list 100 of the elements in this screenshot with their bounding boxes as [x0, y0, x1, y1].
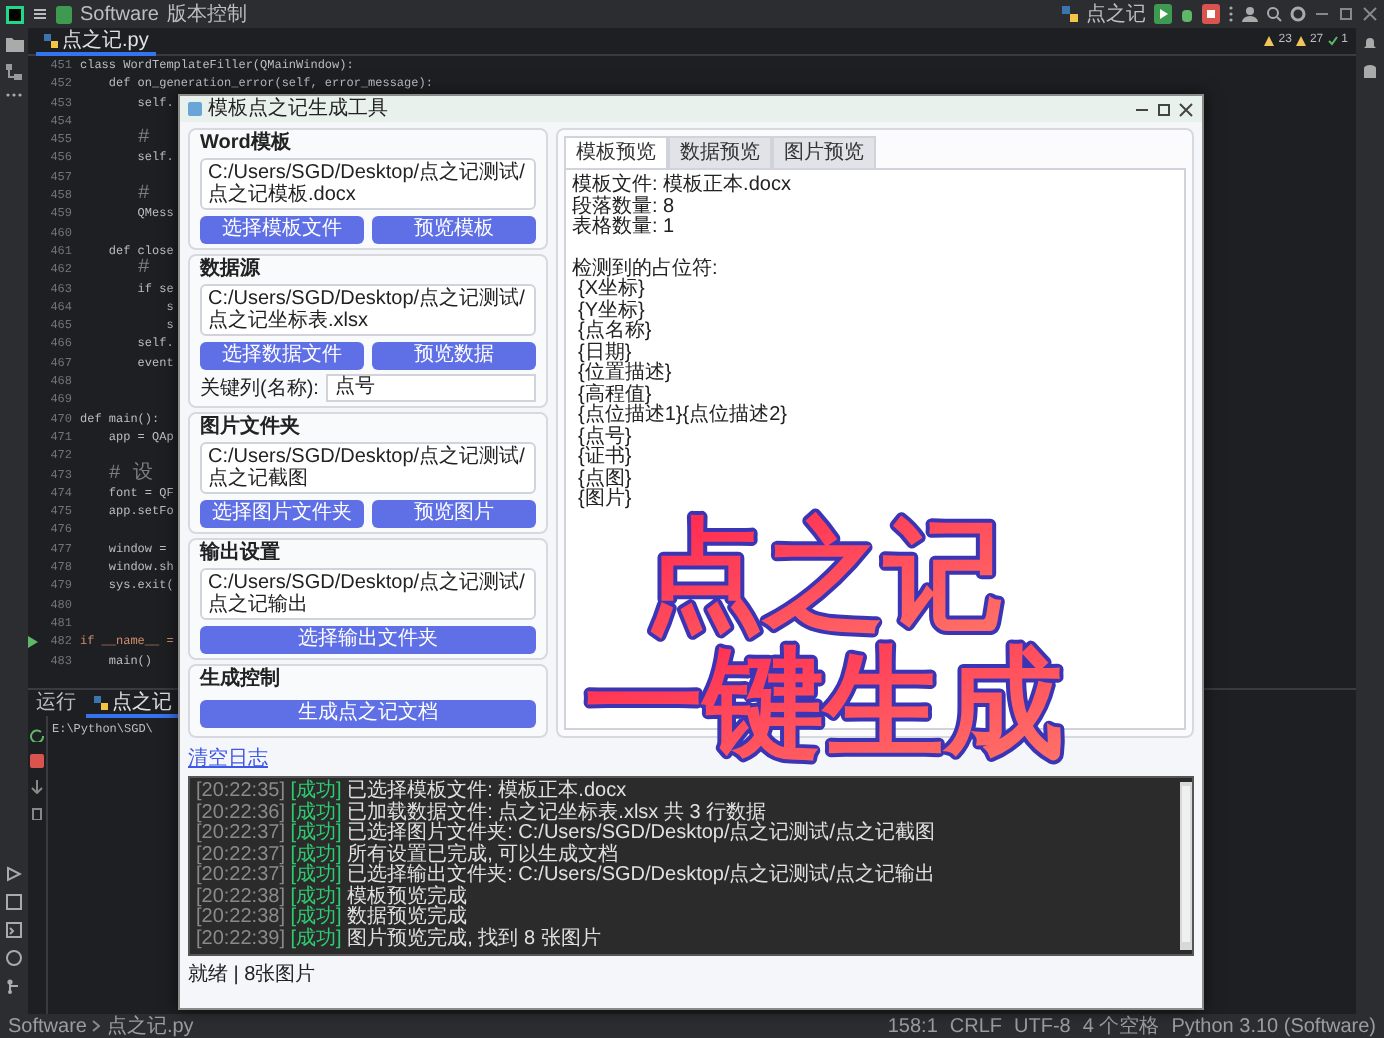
placeholder-item: {图片}	[578, 490, 632, 511]
menu-icon[interactable]	[32, 6, 48, 22]
preview-heading: 检测到的占位符:	[572, 259, 718, 279]
code-comment: #	[135, 260, 150, 280]
action-button[interactable]: 选择模板文件	[200, 216, 364, 244]
git-icon[interactable]	[6, 978, 22, 994]
preview-line: 表格数量: 1	[572, 218, 675, 239]
status-item[interactable]: UTF-8	[1014, 1015, 1071, 1037]
run-arrow-icon[interactable]	[28, 636, 38, 649]
action-button[interactable]: 预览图片	[372, 500, 536, 528]
preview-line: 模板文件: 模板正本.docx	[572, 176, 791, 196]
chevron-icon	[92, 1020, 101, 1032]
placeholder-item: {点图}	[578, 469, 632, 489]
status-item[interactable]: 4 个空格	[1082, 1015, 1160, 1037]
placeholder-item: {位置描述}	[578, 364, 672, 384]
editor-tab[interactable]: 点之记.py	[36, 27, 157, 55]
action-button[interactable]: 选择数据文件	[200, 342, 364, 370]
window-title: 模板点之记生成工具	[208, 98, 388, 120]
rerun-icon[interactable]	[30, 728, 44, 742]
group-title: 数据源	[200, 258, 260, 280]
project-icon	[56, 5, 72, 23]
status-item[interactable]: 158:1	[887, 1015, 938, 1037]
maximize-icon[interactable]	[1338, 6, 1354, 22]
overlay-title: 点之记	[644, 508, 1004, 642]
run-config-menu[interactable]: 点之记	[1086, 3, 1146, 25]
user-icon[interactable]	[1242, 6, 1258, 22]
code-comment: # 设	[106, 465, 153, 484]
python-icon	[94, 696, 108, 710]
run-tab[interactable]: 点之记	[86, 689, 180, 717]
app-logo-icon[interactable]	[6, 5, 24, 23]
project-menu[interactable]: Software	[80, 3, 159, 25]
status-text: 就绪 | 8张图片	[188, 962, 316, 990]
log-line: [20:22:35] [成功] 已选择模板文件: 模板正本.docx	[196, 782, 627, 802]
generate-button[interactable]: 生成点之记文档	[200, 700, 536, 728]
window-icon	[188, 102, 202, 116]
log-line: [20:22:37] [成功] 已选择图片文件夹: C:/Users/SGD/Desktop/点之记测试/点之记截图	[196, 824, 936, 844]
action-button[interactable]: 选择输出文件夹	[200, 626, 536, 654]
close-icon[interactable]	[1178, 101, 1194, 117]
action-button[interactable]: 预览数据	[372, 342, 536, 370]
breadcrumb-item[interactable]: 点之记.py	[106, 1015, 194, 1037]
log-line: [20:22:39] [成功] 图片预览完成, 找到 8 张图片	[196, 929, 601, 950]
search-icon[interactable]	[1266, 6, 1282, 22]
clear-log-link[interactable]: 清空日志	[188, 748, 268, 770]
placeholder-item: {点号}	[578, 427, 632, 447]
folder-icon[interactable]	[5, 36, 23, 52]
python-console-icon[interactable]	[6, 894, 22, 910]
terminal-icon[interactable]	[6, 922, 22, 938]
placeholder-item: {点位描述1}{点位描述2}	[578, 406, 787, 426]
more-icon[interactable]	[6, 92, 22, 98]
group-title: 图片文件夹	[200, 416, 300, 438]
maximize-icon[interactable]	[1156, 101, 1172, 117]
status-item[interactable]: Python 3.10 (Software)	[1171, 1015, 1376, 1037]
structure-icon[interactable]	[6, 64, 22, 80]
run-tool-icon[interactable]	[6, 866, 22, 882]
key-column-field[interactable]: 点号	[326, 374, 536, 402]
placeholder-item: {高程值}	[578, 385, 652, 405]
stop-icon[interactable]	[1202, 4, 1220, 24]
preview-tab[interactable]: 数据预览	[668, 136, 772, 168]
warning-icon	[1264, 36, 1275, 46]
preview-tab[interactable]: 模板预览	[564, 136, 668, 168]
field-label: 关键列(名称):	[200, 377, 319, 399]
python-icon	[44, 34, 58, 48]
code-comment: #	[135, 130, 150, 149]
run-icon[interactable]	[1154, 4, 1172, 24]
overlay-title: 一键生成	[584, 636, 1064, 770]
path-field[interactable]: C:/Users/SGD/Desktop/点之记测试/点之记坐标表.xlsx	[200, 284, 536, 336]
warning-icon	[1295, 36, 1306, 46]
log-line: [20:22:36] [成功] 已加载数据文件: 点之记坐标表.xlsx 共 3 行数据	[196, 803, 767, 823]
path-field[interactable]: C:/Users/SGD/Desktop/点之记测试/点之记模板.docx	[200, 158, 536, 210]
notifications-icon[interactable]	[1362, 36, 1378, 52]
log-line: [20:22:37] [成功] 所有设置已完成, 可以生成文档	[196, 845, 619, 865]
preview-tab[interactable]: 图片预览	[772, 136, 876, 168]
breadcrumb-item[interactable]: Software	[8, 1015, 87, 1037]
log-line: [20:22:38] [成功] 数据预览完成	[196, 908, 468, 928]
action-button[interactable]: 预览模板	[372, 216, 536, 244]
more-icon[interactable]	[1228, 6, 1234, 22]
placeholder-item: {证书}	[578, 448, 632, 468]
log-line: [20:22:37] [成功] 已选择输出文件夹: C:/Users/SGD/Desktop/点之记测试/点之记输出	[196, 866, 936, 886]
log-line: [20:22:38] [成功] 模板预览完成	[196, 887, 468, 907]
code-comment: #	[135, 186, 150, 205]
python-icon	[1062, 6, 1078, 22]
group-title: Word模板	[200, 132, 291, 154]
placeholder-item: {日期}	[578, 343, 632, 363]
check-icon	[1327, 36, 1338, 46]
group-title: 输出设置	[200, 542, 280, 564]
preview-line: 段落数量: 8	[572, 197, 675, 217]
path-field[interactable]: C:/Users/SGD/Desktop/点之记测试/点之记输出	[200, 568, 536, 620]
run-panel-title: 运行	[36, 692, 76, 714]
vcs-menu[interactable]: 版本控制	[166, 3, 247, 25]
scroll-down-icon[interactable]	[30, 780, 44, 794]
close-icon[interactable]	[1362, 6, 1378, 22]
placeholder-item: {X坐标}	[578, 280, 645, 300]
status-item[interactable]: CRLF	[949, 1015, 1003, 1037]
placeholder-item: {Y坐标}	[578, 301, 645, 321]
scrollbar[interactable]	[1180, 782, 1192, 950]
path-field[interactable]: C:/Users/SGD/Desktop/点之记测试/点之记截图	[200, 442, 536, 494]
placeholder-item: {点名称}	[578, 322, 652, 342]
problems-icon[interactable]	[6, 950, 22, 966]
action-button[interactable]: 选择图片文件夹	[200, 500, 364, 528]
group-title: 生成控制	[200, 668, 280, 690]
